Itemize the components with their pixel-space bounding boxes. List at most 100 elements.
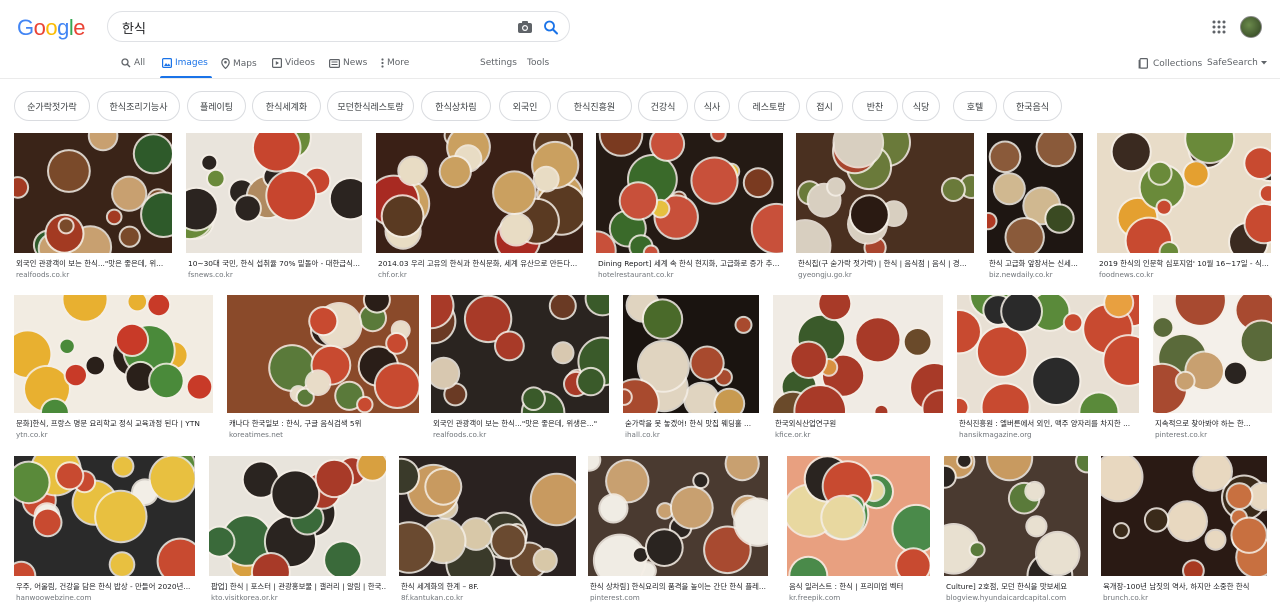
image-result[interactable]: 10~30대 국민, 한식 섭취율 70% 밑돌아 - 대한급식... fsnew… [186, 133, 362, 283]
tab-images[interactable]: Images [162, 58, 208, 68]
related-chip[interactable]: 외국인 [499, 91, 551, 121]
result-thumbnail[interactable] [376, 133, 583, 253]
result-caption[interactable]: 문화]한식, 프랑스 명문 요리학교 정식 교육과정 된다 | YTN [16, 418, 213, 429]
account-avatar[interactable] [1240, 16, 1262, 38]
image-result[interactable]: 숟가락을 못 놓겠어! 한식 맛집 웨딩홀 ... ihall.co.kr [623, 295, 759, 443]
result-caption[interactable]: 음식 일러스트 : 한식 | 프리미엄 벡터 [789, 581, 930, 592]
collections-link[interactable]: Collections [1138, 58, 1202, 69]
image-result[interactable]: 한국외식산업연구원 kfice.or.kr [773, 295, 943, 443]
result-caption[interactable]: 지속적으로 찾아봐야 하는 한... [1155, 418, 1272, 429]
image-result[interactable]: Dining Report] 세계 속 한식 현지화, 고급화로 증가 추...… [596, 133, 783, 283]
image-result[interactable]: 외국인 관광객이 보는 한식..."맛은 좋은데, 위... realfoods.… [14, 133, 172, 283]
image-result[interactable]: 한식 세계화의 한계 – 8F. 8f.kantukan.co.kr [399, 456, 576, 606]
related-chip[interactable]: 모던한식레스토랑 [327, 91, 414, 121]
related-chip[interactable]: 한식상차림 [421, 91, 491, 121]
tab-news[interactable]: News [329, 58, 367, 68]
related-chip[interactable]: 순가락젓가락 [14, 91, 90, 121]
google-logo[interactable]: Google [17, 15, 86, 41]
result-caption[interactable]: 한식 세계화의 한계 – 8F. [401, 581, 576, 592]
tools-link[interactable]: Tools [527, 58, 549, 68]
result-thumbnail[interactable] [957, 295, 1139, 413]
result-caption[interactable]: 2019 한식의 인문학 심포지엄' 10월 16~17일 - 식... [1099, 258, 1271, 269]
related-chip[interactable]: 플레이팅 [187, 91, 246, 121]
tab-all[interactable]: All [121, 58, 145, 68]
result-thumbnail[interactable] [787, 456, 930, 576]
image-result[interactable]: 우주, 어울림, 건강을 담은 한식 밥상 - 만들어 2020년... hanw… [14, 456, 195, 606]
related-chip[interactable]: 한식진흥원 [557, 91, 632, 121]
image-result[interactable]: Culture] 2호점, 모던 한식을 맛보세요 blogview.hyunda… [944, 456, 1088, 606]
result-caption[interactable]: 한식진흥원 : 엘버른에서 외인, 맥주 양자리를 차지한 ... [959, 418, 1139, 429]
result-thumbnail[interactable] [209, 456, 386, 576]
result-caption[interactable]: 한식 고급화 앞장서는 신세... [989, 258, 1083, 269]
result-domain: pinterest.co.kr [1155, 430, 1208, 439]
related-chip[interactable]: 식당 [902, 91, 940, 121]
result-thumbnail[interactable] [1101, 456, 1267, 576]
camera-icon[interactable] [517, 18, 533, 36]
more-vertical-icon [381, 58, 384, 68]
result-domain: kr.freepik.com [789, 593, 841, 602]
result-domain: ytn.co.kr [16, 430, 48, 439]
image-result[interactable]: 한식 상차림] 한식요리의 품격을 높이는 간단 한식 플레... pintere… [588, 456, 768, 606]
result-thumbnail[interactable] [14, 133, 172, 253]
related-chip[interactable]: 건강식 [638, 91, 688, 121]
result-thumbnail[interactable] [987, 133, 1083, 253]
result-caption[interactable]: 외국인 관광객이 보는 한식..."맛은 좋은데, 위생은..." [433, 418, 609, 429]
result-caption[interactable]: 캐나다 한국일보 : 한식, 구글 음식검색 5위 [229, 418, 419, 429]
related-chip[interactable]: 접시 [806, 91, 843, 121]
result-thumbnail[interactable] [623, 295, 759, 413]
result-caption[interactable]: 한식 상차림] 한식요리의 품격을 높이는 간단 한식 플레... [590, 581, 768, 592]
result-thumbnail[interactable] [588, 456, 768, 576]
apps-grid-icon[interactable] [1212, 19, 1226, 34]
search-icon[interactable] [543, 18, 559, 36]
image-result[interactable]: 외국인 관광객이 보는 한식..."맛은 좋은데, 위생은..." realfoo… [431, 295, 609, 443]
result-thumbnail[interactable] [14, 456, 195, 576]
result-thumbnail[interactable] [186, 133, 362, 253]
image-result[interactable]: 한식집(구 숟가락 젓가락) | 한식 | 음식점 | 음식 | 경... gye… [796, 133, 974, 283]
search-input[interactable] [122, 18, 502, 36]
result-thumbnail[interactable] [944, 456, 1088, 576]
image-result[interactable]: 문화]한식, 프랑스 명문 요리학교 정식 교육과정 된다 | YTN ytn.c… [14, 295, 213, 443]
image-result[interactable]: 2019 한식의 인문학 심포지엄' 10월 16~17일 - 식... food… [1097, 133, 1271, 283]
search-tabs: All Images Maps Videos News More Setting… [0, 52, 1280, 79]
image-result[interactable]: 육개장-100년 남짓의 역사, 하지만 소중한 한식 brunch.co.kr [1101, 456, 1267, 606]
result-caption[interactable]: 숟가락을 못 놓겠어! 한식 맛집 웨딩홀 ... [625, 418, 759, 429]
result-thumbnail[interactable] [431, 295, 609, 413]
result-caption[interactable]: 한식집(구 숟가락 젓가락) | 한식 | 음식점 | 음식 | 경... [798, 258, 974, 269]
result-caption[interactable]: 육개장-100년 남짓의 역사, 하지만 소중한 한식 [1103, 581, 1267, 592]
result-caption[interactable]: Dining Report] 세계 속 한식 현지화, 고급화로 증가 추... [598, 258, 783, 269]
result-thumbnail[interactable] [796, 133, 974, 253]
related-chip[interactable]: 반찬 [852, 91, 898, 121]
result-thumbnail[interactable] [227, 295, 419, 413]
image-result[interactable]: 한식진흥원 : 엘버른에서 외인, 맥주 양자리를 차지한 ... hansikm… [957, 295, 1139, 443]
result-thumbnail[interactable] [1097, 133, 1271, 253]
result-thumbnail[interactable] [1153, 295, 1272, 413]
result-caption[interactable]: 10~30대 국민, 한식 섭취율 70% 밑돌아 - 대한급식... [188, 258, 362, 269]
result-thumbnail[interactable] [399, 456, 576, 576]
result-caption[interactable]: 2014.03 우리 고유의 한식과 한식문화, 세계 유산으로 만든다... [378, 258, 583, 269]
result-thumbnail[interactable] [596, 133, 783, 253]
image-result[interactable]: 팝업] 한식 | 포스터 | 관광홍보물 | 갤러리 | 알림 | 한국... k… [209, 456, 386, 606]
result-caption[interactable]: 한국외식산업연구원 [775, 418, 943, 429]
image-result[interactable]: 2014.03 우리 고유의 한식과 한식문화, 세계 유산으로 만든다... c… [376, 133, 583, 283]
tab-videos[interactable]: Videos [272, 58, 315, 68]
tab-more[interactable]: More [381, 58, 409, 68]
image-result[interactable]: 캐나다 한국일보 : 한식, 구글 음식검색 5위 koreatimes.net [227, 295, 419, 443]
image-result[interactable]: 한식 고급화 앞장서는 신세... biz.newdaily.co.kr [987, 133, 1083, 283]
result-caption[interactable]: Culture] 2호점, 모던 한식을 맛보세요 [946, 581, 1088, 592]
related-chip[interactable]: 호텔 [953, 91, 997, 121]
related-chip[interactable]: 식사 [694, 91, 730, 121]
related-chip[interactable]: 한식세계화 [252, 91, 321, 121]
result-thumbnail[interactable] [14, 295, 213, 413]
result-caption[interactable]: 우주, 어울림, 건강을 담은 한식 밥상 - 만들어 2020년... [16, 581, 195, 592]
related-chip[interactable]: 한국음식 [1003, 91, 1062, 121]
result-caption[interactable]: 팝업] 한식 | 포스터 | 관광홍보물 | 갤러리 | 알림 | 한국... [211, 581, 386, 592]
safesearch-dropdown[interactable]: SafeSearch [1207, 58, 1267, 68]
result-caption[interactable]: 외국인 관광객이 보는 한식..."맛은 좋은데, 위... [16, 258, 172, 269]
related-chip[interactable]: 한식조리기능사 [97, 91, 180, 121]
result-thumbnail[interactable] [773, 295, 943, 413]
tab-maps[interactable]: Maps [221, 58, 257, 69]
settings-link[interactable]: Settings [480, 58, 517, 68]
related-chip[interactable]: 레스토랑 [738, 91, 800, 121]
image-result[interactable]: 지속적으로 찾아봐야 하는 한... pinterest.co.kr [1153, 295, 1272, 443]
image-result[interactable]: 음식 일러스트 : 한식 | 프리미엄 벡터 kr.freepik.com [787, 456, 930, 606]
